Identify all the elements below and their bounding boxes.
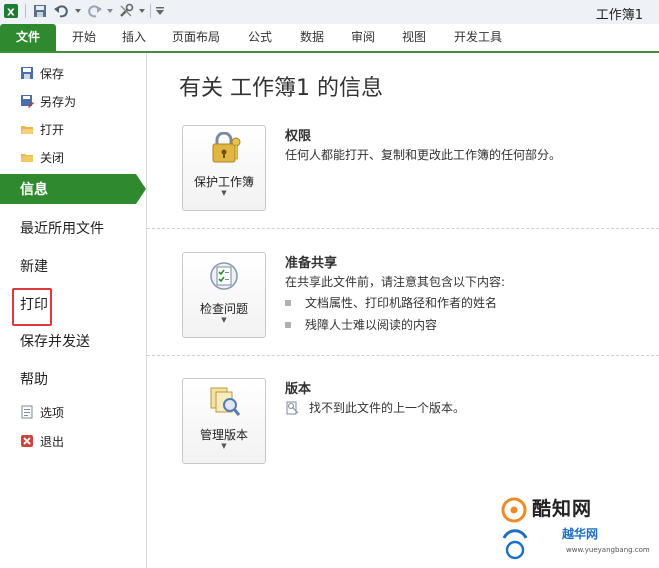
- info-panel: 有关 工作簿1 的信息 保护工作簿 ▼ 权限 任何人都能打开、复制和更改此工作簿…: [147, 53, 659, 568]
- sidebar-item-label: 保存: [40, 66, 65, 81]
- list-item: 残障人士难以阅读的内容: [285, 316, 437, 333]
- redo-dropdown-icon[interactable]: [107, 2, 113, 20]
- button-label: 检查问题: [199, 302, 248, 316]
- save-as-icon: [20, 94, 34, 108]
- exit-icon: [20, 434, 34, 448]
- sidebar-item-label: 另存为: [40, 94, 77, 109]
- permissions-section: 保护工作簿 ▼ 权限 任何人都能打开、复制和更改此工作簿的任何部分。: [182, 125, 652, 215]
- list-item-text: 文档属性、打印机路径和作者的姓名: [305, 296, 498, 310]
- redo-icon[interactable]: [85, 2, 103, 20]
- versions-section: 管理版本 ▼ 版本 找不到此文件的上一个版本。: [182, 378, 652, 468]
- tab-view[interactable]: 视图: [394, 24, 434, 51]
- save-icon[interactable]: [31, 2, 49, 20]
- section-description: 在共享此文件前，请注意其包含以下内容:: [285, 275, 506, 289]
- title-bar: X 工作簿1: [0, 0, 659, 25]
- section-divider: [147, 228, 659, 229]
- watermark-brand: 酷知网: [532, 498, 593, 520]
- toolbar-separator: [150, 4, 151, 18]
- list-item: 文档属性、打印机路径和作者的姓名: [285, 294, 497, 311]
- dropdown-caret-icon: ▼: [221, 189, 227, 197]
- svg-text:X: X: [7, 8, 15, 19]
- manage-versions-button[interactable]: 管理版本 ▼: [182, 378, 266, 464]
- sidebar-item-recent[interactable]: 最近所用文件: [0, 213, 146, 243]
- prepare-section: 检查问题 ▼ 准备共享 在共享此文件前，请注意其包含以下内容: 文档属性、打印机…: [182, 252, 652, 342]
- watermark-url: www.yueyangbang.com: [566, 546, 650, 554]
- tab-data[interactable]: 数据: [292, 24, 332, 51]
- close-folder-icon: [20, 150, 34, 164]
- tools-dropdown-icon[interactable]: [139, 2, 145, 20]
- save-icon: [20, 66, 34, 80]
- sidebar-item-exit[interactable]: 退出: [0, 428, 146, 454]
- versions-icon: [208, 385, 242, 419]
- section-heading: 准备共享: [285, 256, 338, 271]
- tab-page-layout[interactable]: 页面布局: [164, 24, 228, 51]
- section-description: 任何人都能打开、复制和更改此工作簿的任何部分。: [285, 148, 562, 162]
- button-label: 保护工作簿: [193, 175, 254, 189]
- list-item-text: 残障人士难以阅读的内容: [305, 318, 438, 332]
- check-issues-button[interactable]: 检查问题 ▼: [182, 252, 266, 338]
- button-label: 管理版本: [199, 428, 248, 442]
- sidebar-item-label: 退出: [40, 434, 65, 449]
- options-icon: [20, 405, 34, 419]
- sidebar-item-new[interactable]: 新建: [0, 251, 146, 281]
- sidebar-item-label: 关闭: [40, 150, 65, 165]
- ribbon-tabs: 文件 开始 插入 页面布局 公式 数据 审阅 视图 开发工具: [0, 24, 659, 53]
- sidebar-item-open[interactable]: 打开: [0, 116, 146, 142]
- tab-file[interactable]: 文件: [0, 24, 56, 51]
- lock-key-icon: [208, 131, 242, 166]
- watermark: 酷知网 越华网 www.yueyangbang.com: [492, 492, 652, 566]
- sidebar-item-save-send[interactable]: 保存并发送: [0, 326, 146, 356]
- section-divider: [147, 355, 659, 356]
- window-title: 工作簿1: [595, 8, 643, 23]
- undo-icon[interactable]: [53, 2, 71, 20]
- sidebar-item-help[interactable]: 帮助: [0, 364, 146, 394]
- undo-dropdown-icon[interactable]: [75, 2, 81, 20]
- sidebar-item-label: 帮助: [20, 372, 48, 388]
- tab-home[interactable]: 开始: [64, 24, 104, 51]
- customize-icon[interactable]: [156, 2, 164, 20]
- sidebar-item-label: 信息: [20, 182, 48, 198]
- watermark-brand-secondary: 越华网: [562, 527, 599, 541]
- toolbar-separator: [25, 4, 26, 18]
- version-desc-text: 找不到此文件的上一个版本。: [309, 401, 466, 415]
- quick-access-toolbar: X: [2, 2, 164, 20]
- tools-icon[interactable]: [117, 2, 135, 20]
- dropdown-caret-icon: ▼: [221, 442, 227, 450]
- sidebar-item-label: 新建: [20, 259, 48, 275]
- sidebar-item-label: 最近所用文件: [20, 221, 104, 237]
- inspect-document-icon: [208, 259, 242, 293]
- protect-workbook-button[interactable]: 保护工作簿 ▼: [182, 125, 266, 211]
- tab-developer[interactable]: 开发工具: [446, 24, 510, 51]
- version-doc-icon: [285, 401, 299, 415]
- sidebar-item-info[interactable]: 信息: [0, 174, 146, 204]
- tab-formulas[interactable]: 公式: [240, 24, 280, 51]
- sidebar-item-save[interactable]: 保存: [0, 60, 146, 86]
- section-heading: 权限: [285, 129, 312, 144]
- bullet-icon: [285, 299, 291, 306]
- print-highlight-box: [12, 288, 52, 326]
- bullet-icon: [285, 321, 291, 328]
- sidebar-item-label: 选项: [40, 405, 65, 420]
- section-description: 找不到此文件的上一个版本。: [285, 399, 465, 416]
- excel-logo-icon[interactable]: X: [2, 2, 20, 20]
- open-folder-icon: [20, 122, 34, 136]
- tab-insert[interactable]: 插入: [114, 24, 154, 51]
- section-heading: 版本: [285, 382, 312, 397]
- tab-review[interactable]: 审阅: [343, 24, 383, 51]
- sidebar-item-options[interactable]: 选项: [0, 399, 146, 425]
- page-title: 有关 工作簿1 的信息: [179, 76, 383, 101]
- sidebar-item-label: 保存并发送: [20, 334, 90, 350]
- dropdown-caret-icon: ▼: [221, 316, 227, 324]
- sidebar-item-save-as[interactable]: 另存为: [0, 88, 146, 114]
- sidebar-item-close[interactable]: 关闭: [0, 144, 146, 170]
- sidebar-item-label: 打开: [40, 122, 65, 137]
